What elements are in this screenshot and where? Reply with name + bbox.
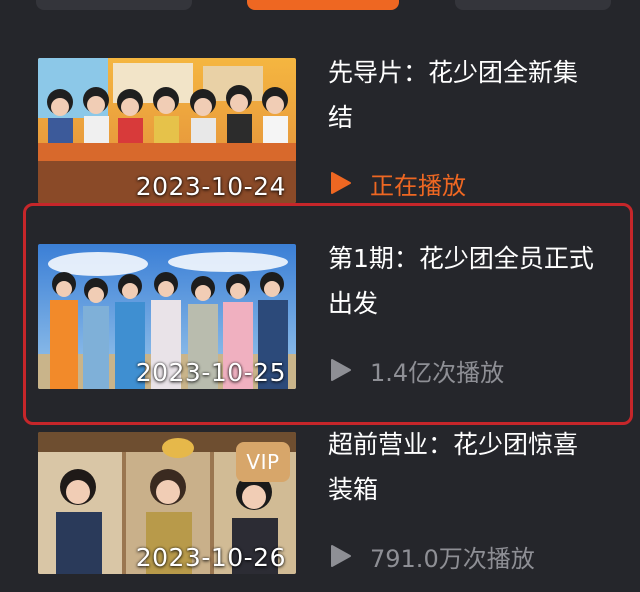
- top-tab-active[interactable]: [247, 0, 399, 10]
- play-icon: [331, 172, 351, 194]
- vip-badge: VIP: [236, 442, 290, 482]
- episode-title-line-2: 结: [328, 103, 354, 132]
- play-icon: [331, 359, 351, 381]
- episode-title[interactable]: 先导片：花少团全新集 结: [328, 50, 618, 140]
- episode-title-line-2: 出发: [328, 289, 379, 318]
- status-text: 791.0万次播放: [370, 544, 535, 573]
- now-playing-status: 正在播放: [330, 168, 466, 200]
- episode-title[interactable]: 第1期：花少团全员正式 出发: [328, 236, 618, 326]
- play-icon: [331, 545, 351, 567]
- episode-title-line-1: 超前营业：花少团惊喜: [328, 430, 579, 459]
- episode-title-line-2: 装箱: [328, 475, 379, 504]
- status-text: 正在播放: [370, 171, 466, 200]
- episode-title[interactable]: 超前营业：花少团惊喜 装箱: [328, 422, 618, 512]
- episode-date: 2023-10-24: [135, 172, 286, 201]
- top-tab-3[interactable]: [455, 0, 611, 10]
- top-tab-1[interactable]: [36, 0, 192, 10]
- status-text: 1.4亿次播放: [370, 358, 505, 387]
- episode-date: 2023-10-26: [135, 543, 286, 572]
- episode-title-line-1: 先导片：花少团全新集: [328, 58, 579, 87]
- episode-title-line-1: 第1期：花少团全员正式: [328, 244, 594, 273]
- play-count-status: 791.0万次播放: [330, 541, 535, 573]
- episode-thumbnail[interactable]: VIP 2023-10-26: [38, 432, 296, 574]
- episode-list-page: 2023-10-24 先导片：花少团全新集 结 正在播放 2023-10-25 …: [0, 0, 640, 592]
- episode-thumbnail[interactable]: 2023-10-25: [38, 244, 296, 389]
- play-count-status: 1.4亿次播放: [330, 355, 505, 387]
- episode-date: 2023-10-25: [135, 358, 286, 387]
- episode-thumbnail[interactable]: 2023-10-24: [38, 58, 296, 203]
